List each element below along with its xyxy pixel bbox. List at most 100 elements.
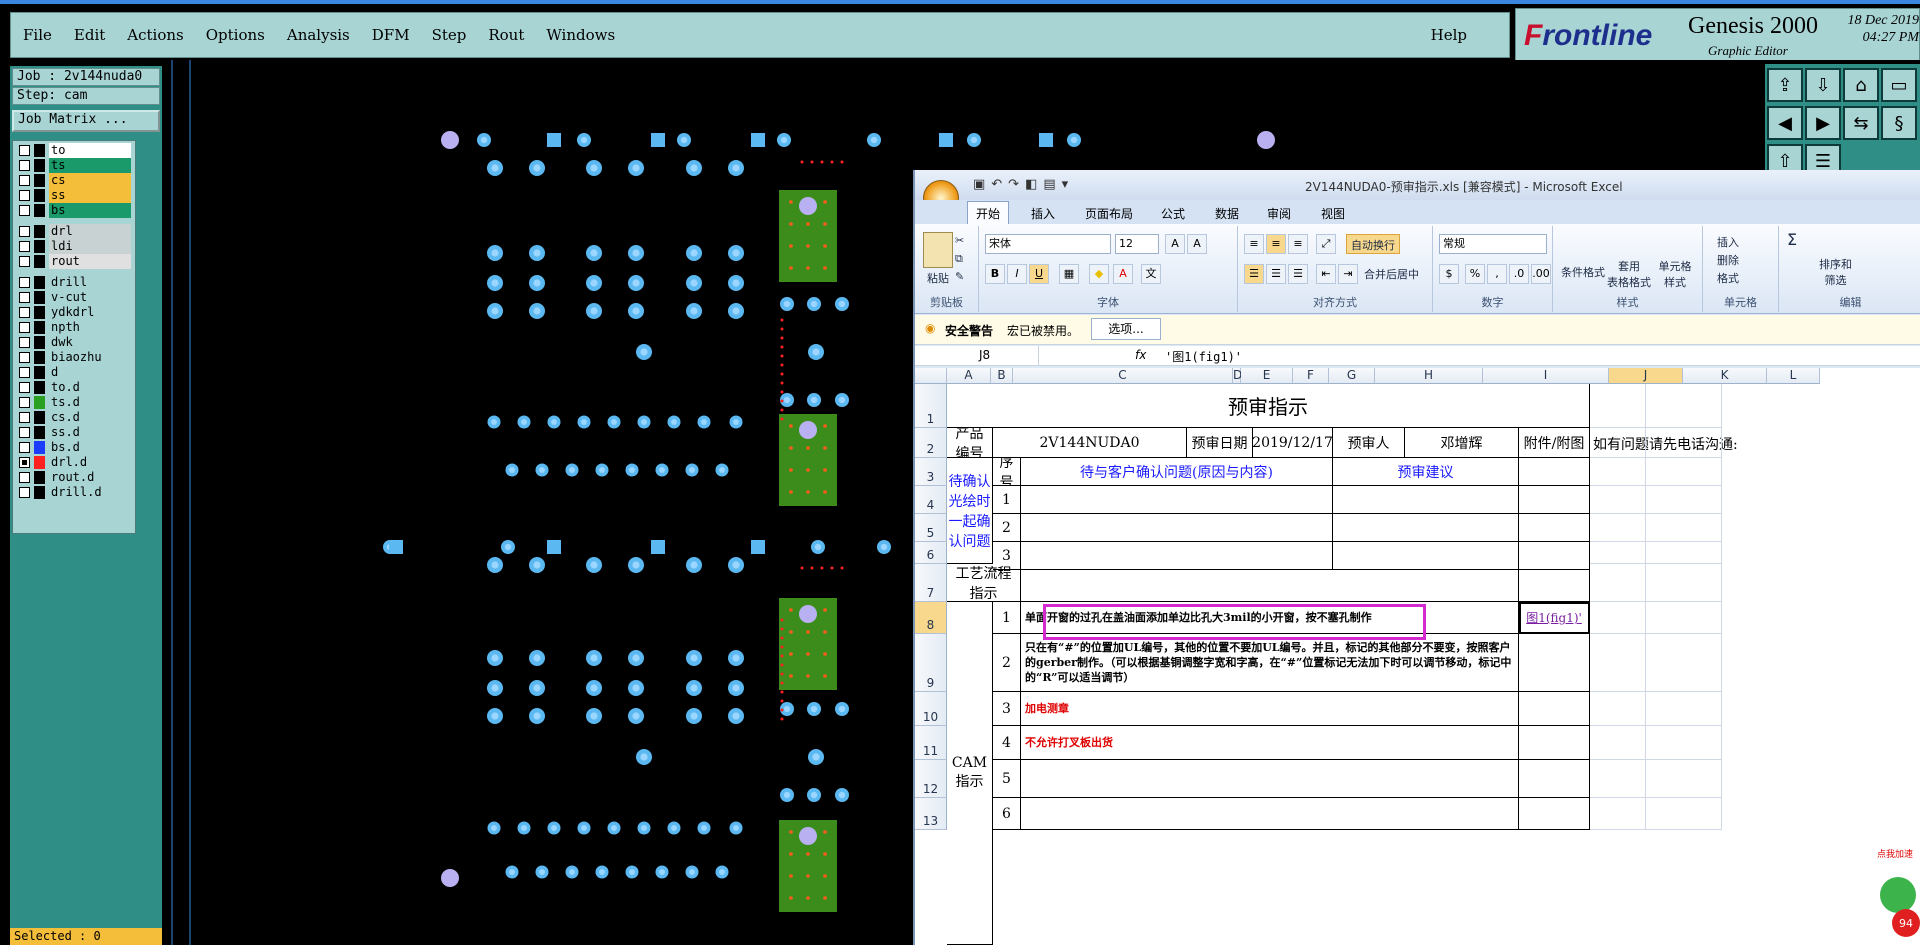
layer-row[interactable]: v-cut	[16, 290, 134, 305]
menu-analysis[interactable]: Analysis	[287, 26, 350, 44]
layer-checkbox[interactable]	[19, 322, 30, 333]
layer-checkbox[interactable]	[19, 472, 30, 483]
tool-forward-icon[interactable]: ▶	[1805, 106, 1841, 140]
options-button[interactable]: 选项...	[1091, 318, 1161, 340]
layer-row[interactable]: rout	[16, 254, 134, 269]
layer-checkbox[interactable]	[19, 397, 30, 408]
layer-checkbox[interactable]	[19, 175, 30, 186]
layer-checkbox[interactable]	[19, 487, 30, 498]
formula-input[interactable]: '图1(fig1)'	[1165, 348, 1242, 365]
layer-row[interactable]: ss.d	[16, 425, 134, 440]
layer-color-swatch[interactable]	[34, 456, 45, 469]
italic-icon[interactable]: I	[1007, 264, 1027, 284]
menu-actions[interactable]: Actions	[127, 26, 183, 44]
layer-checkbox[interactable]	[19, 226, 30, 237]
layer-checkbox[interactable]	[19, 256, 30, 267]
layer-name[interactable]: bs.d	[49, 440, 131, 455]
layer-checkbox[interactable]	[19, 145, 30, 156]
menu-edit[interactable]: Edit	[74, 26, 105, 44]
layer-row[interactable]: ts	[16, 158, 134, 173]
layer-checkbox[interactable]	[19, 307, 30, 318]
column-header[interactable]: C	[1013, 368, 1233, 384]
layer-color-swatch[interactable]	[34, 225, 45, 238]
layer-row[interactable]: ts.d	[16, 395, 134, 410]
layer-name[interactable]: ts	[49, 158, 131, 173]
column-header[interactable]: A	[947, 368, 991, 384]
layer-name[interactable]: drill.d	[49, 485, 131, 500]
layer-color-swatch[interactable]	[34, 306, 45, 319]
increase-indent-icon[interactable]: ⇥	[1338, 264, 1358, 284]
layer-checkbox[interactable]	[19, 442, 30, 453]
layer-checkbox[interactable]	[19, 277, 30, 288]
align-middle-icon[interactable]: ≡	[1266, 234, 1286, 254]
align-left-icon[interactable]: ☰	[1244, 264, 1264, 284]
tab-view[interactable]: 视图	[1321, 205, 1345, 222]
name-box[interactable]: J8	[919, 346, 1039, 365]
layer-color-swatch[interactable]	[34, 381, 45, 394]
layer-checkbox[interactable]	[19, 337, 30, 348]
layer-row[interactable]: rout.d	[16, 470, 134, 485]
layer-row[interactable]: drl.d	[16, 455, 134, 470]
conditional-format-button[interactable]: 条件格式	[1561, 230, 1605, 280]
layer-name[interactable]: ss.d	[49, 425, 131, 440]
layer-color-swatch[interactable]	[34, 204, 45, 217]
align-bottom-icon[interactable]: ≡	[1288, 234, 1308, 254]
layer-color-swatch[interactable]	[34, 240, 45, 253]
row-header[interactable]: 7	[915, 564, 947, 602]
layer-row[interactable]: ydkdrl	[16, 305, 134, 320]
layer-row[interactable]: cs.d	[16, 410, 134, 425]
cut-icon[interactable]: ✂	[955, 234, 964, 247]
layer-checkbox[interactable]	[19, 412, 30, 423]
orientation-icon[interactable]: ⤢	[1316, 234, 1336, 254]
percent-icon[interactable]: %	[1465, 264, 1485, 284]
tool-flip-icon[interactable]: ⇆	[1843, 106, 1879, 140]
tool-export-icon[interactable]: ⇩	[1805, 68, 1841, 102]
fx-icon[interactable]: fx	[1135, 348, 1146, 362]
sort-filter-button[interactable]: 排序和 筛选	[1819, 232, 1852, 288]
paste-icon[interactable]	[923, 232, 953, 268]
decrease-decimal-icon[interactable]: .00	[1531, 264, 1551, 284]
layer-checkbox[interactable]	[19, 367, 30, 378]
column-header[interactable]: F	[1293, 368, 1329, 384]
layer-row[interactable]: drill.d	[16, 485, 134, 500]
layer-color-swatch[interactable]	[34, 144, 45, 157]
currency-icon[interactable]: $	[1439, 264, 1459, 284]
layer-name[interactable]: v-cut	[49, 290, 131, 305]
tab-insert[interactable]: 插入	[1031, 205, 1055, 222]
layer-row[interactable]: d	[16, 365, 134, 380]
align-right-icon[interactable]: ☰	[1288, 264, 1308, 284]
menu-step[interactable]: Step	[432, 26, 467, 44]
layer-name[interactable]: rout.d	[49, 470, 131, 485]
tool-import-icon[interactable]: ⇪	[1767, 68, 1803, 102]
layer-name[interactable]: cs	[49, 173, 131, 188]
row-header[interactable]: 5	[915, 514, 947, 542]
font-color-icon[interactable]: A	[1113, 264, 1133, 284]
increase-decimal-icon[interactable]: .0	[1509, 264, 1529, 284]
row-header[interactable]: 1	[915, 384, 947, 428]
tab-data[interactable]: 数据	[1215, 205, 1239, 222]
row-header[interactable]: 12	[915, 760, 947, 798]
menu-options[interactable]: Options	[206, 26, 265, 44]
layer-name[interactable]: npth	[49, 320, 131, 335]
column-header[interactable]: K	[1683, 368, 1767, 384]
layer-name[interactable]: to.d	[49, 380, 131, 395]
layer-checkbox[interactable]	[19, 205, 30, 216]
font-size-combo[interactable]: 12	[1115, 234, 1159, 254]
layer-checkbox[interactable]	[19, 292, 30, 303]
layer-name[interactable]: bs	[49, 203, 131, 218]
layer-row[interactable]: bs	[16, 203, 134, 218]
tab-review[interactable]: 审阅	[1267, 205, 1291, 222]
menu-dfm[interactable]: DFM	[372, 26, 410, 44]
layer-color-swatch[interactable]	[34, 189, 45, 202]
layer-name[interactable]: drl	[49, 224, 131, 239]
layer-row[interactable]: cs	[16, 173, 134, 188]
layer-name[interactable]: cs.d	[49, 410, 131, 425]
layer-row[interactable]: ss	[16, 188, 134, 203]
layer-name[interactable]: ss	[49, 188, 131, 203]
layer-color-swatch[interactable]	[34, 291, 45, 304]
layer-name[interactable]: rout	[49, 254, 131, 269]
row-header[interactable]: 9	[915, 634, 947, 692]
layer-name[interactable]: ts.d	[49, 395, 131, 410]
layer-checkbox[interactable]	[19, 427, 30, 438]
row-header[interactable]: 4	[915, 486, 947, 514]
